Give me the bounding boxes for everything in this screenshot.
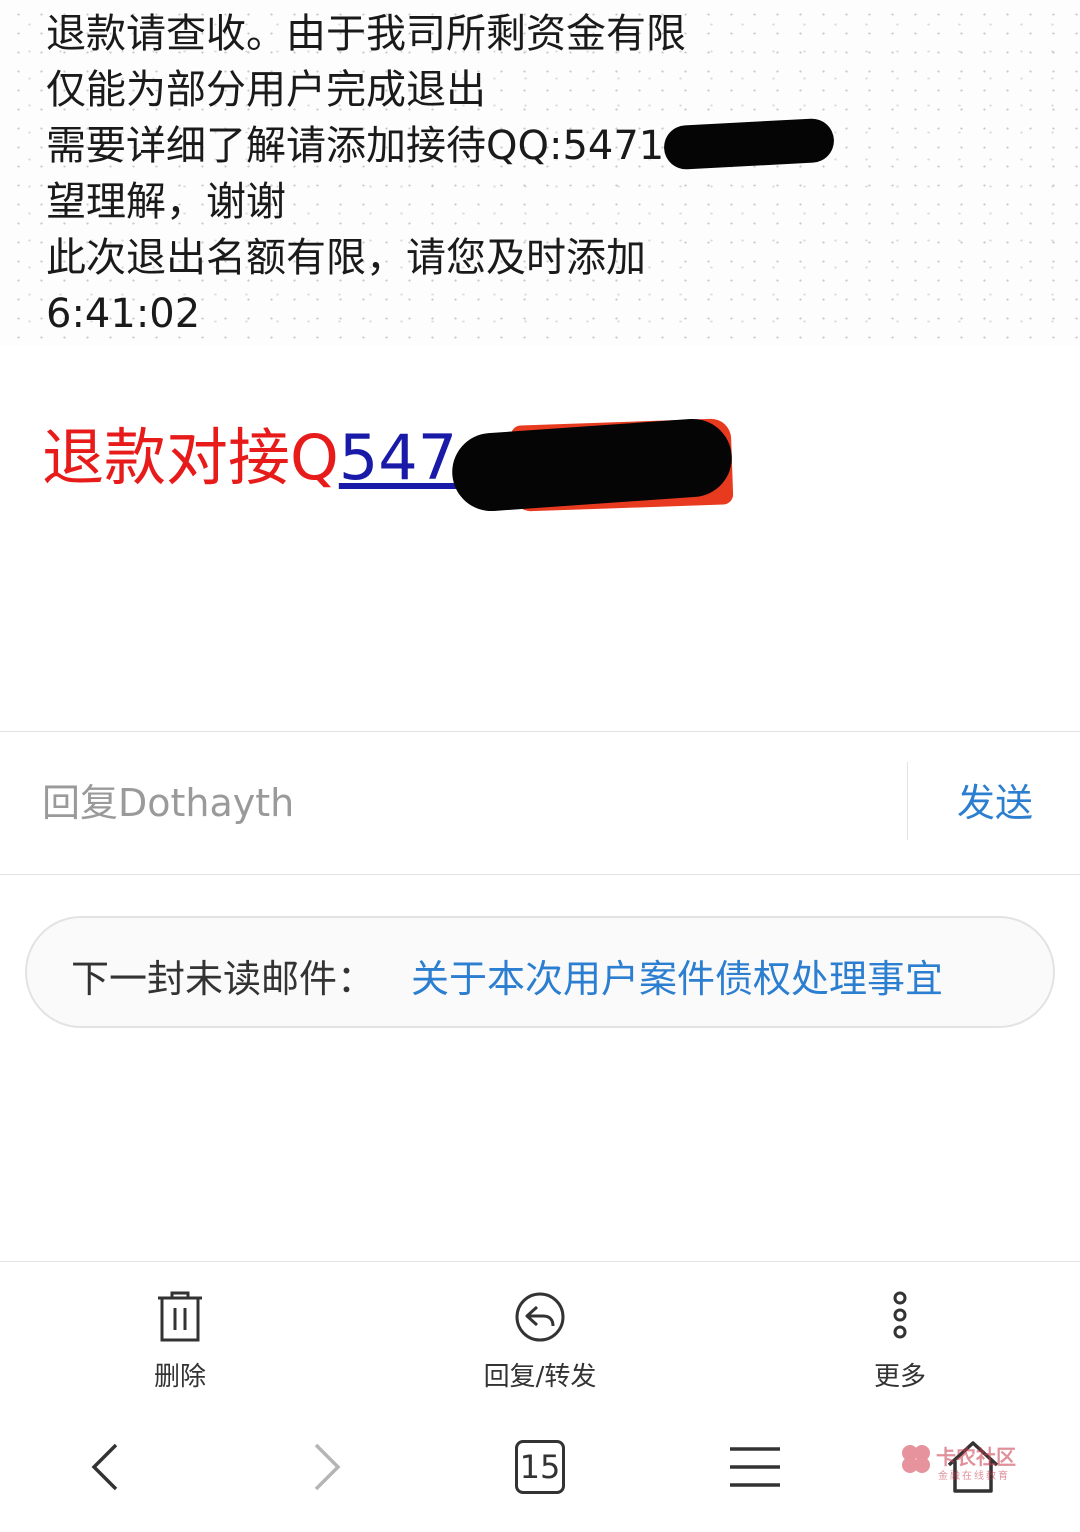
next-unread-label: 下一封未读邮件： [71, 957, 376, 1001]
reply-icon [515, 1292, 565, 1342]
refund-prefix: 退款对接Q [42, 421, 339, 494]
redaction-mark [449, 416, 735, 514]
refund-qq-link[interactable]: 547 [339, 421, 457, 494]
watermark-title: 卡农社区 [936, 1445, 1016, 1469]
delete-button[interactable]: 删除 [70, 1262, 290, 1397]
back-button[interactable] [60, 1427, 150, 1507]
menu-icon [730, 1447, 780, 1487]
message-line: 仅能为部分用户完成退出 [46, 67, 486, 113]
message-text: 退款请查收。由于我司所剩资金有限 仅能为部分用户完成退出 需要详细了解请添加接待… [46, 6, 836, 342]
trash-icon [158, 1291, 202, 1342]
message-line: 需要详细了解请添加接待QQ:5471 [46, 117, 836, 174]
tab-count: 15 [515, 1440, 565, 1494]
message-image: 退款请查收。由于我司所剩资金有限 仅能为部分用户完成退出 需要详细了解请添加接待… [0, 0, 1080, 345]
clover-logo-icon [902, 1445, 930, 1473]
reply-input[interactable] [40, 762, 884, 844]
message-line-text: 需要详细了解请添加接待QQ:5471 [46, 123, 665, 169]
reply-bar: 发送 [0, 731, 1080, 875]
delete-label: 删除 [153, 1362, 206, 1392]
forward-button[interactable] [282, 1427, 372, 1507]
message-line: 此次退出名额有限，请您及时添加 [46, 235, 646, 281]
watermark-logo: 卡农社区 金融在线教育 [898, 1439, 1028, 1483]
next-unread-mail[interactable]: 下一封未读邮件： 关于本次用户案件债权处理事宜 [25, 916, 1055, 1028]
browser-nav-bar: 15 卡农社区 金融在线教育 [0, 1397, 1080, 1532]
message-line: 退款请查收。由于我司所剩资金有限 [46, 11, 686, 57]
action-toolbar: 删除 回复/转发 更多 [0, 1261, 1080, 1398]
reply-forward-label: 回复/转发 [483, 1362, 597, 1392]
divider [907, 762, 908, 840]
redaction-mark [663, 117, 836, 171]
tabs-button[interactable]: 15 [495, 1427, 585, 1507]
chevron-left-icon [91, 1443, 118, 1491]
next-unread-subject[interactable]: 关于本次用户案件债权处理事宜 [411, 948, 943, 1003]
refund-contact: 退款对接Q547 [42, 416, 735, 514]
more-button[interactable]: 更多 [790, 1262, 1010, 1397]
reply-forward-button[interactable]: 回复/转发 [430, 1262, 650, 1397]
message-timestamp: 6:41:02 [46, 291, 201, 337]
message-line: 望理解，谢谢 [46, 179, 286, 225]
chevron-right-icon [314, 1443, 341, 1491]
send-button[interactable]: 发送 [930, 772, 1060, 834]
watermark-subtitle: 金融在线教育 [938, 1471, 1010, 1482]
menu-button[interactable] [710, 1427, 800, 1507]
more-label: 更多 [873, 1362, 926, 1392]
more-vertical-icon [893, 1291, 907, 1339]
